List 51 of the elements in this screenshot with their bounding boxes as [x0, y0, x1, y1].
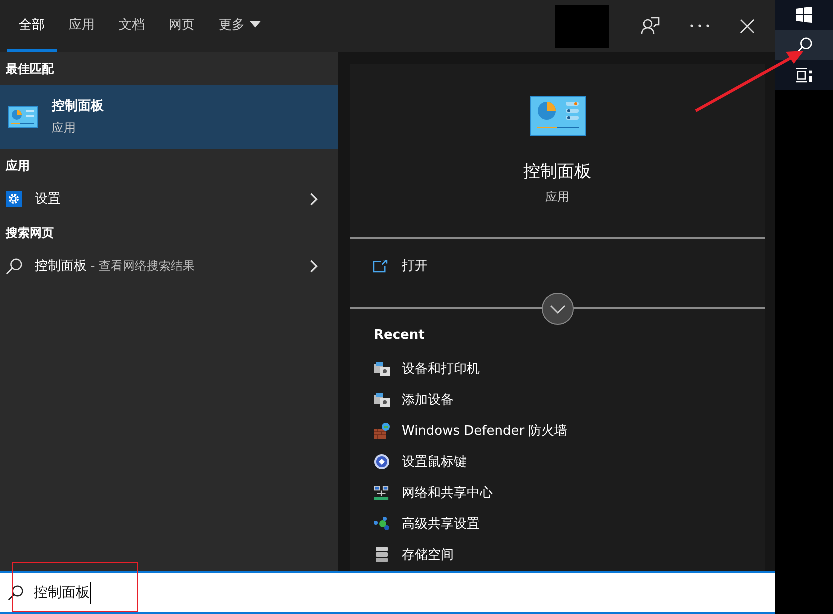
tab[interactable]: 网页 [157, 0, 207, 52]
sharing-icon [374, 517, 390, 532]
result-title: 控制面板 - 查看网络搜索结果 [35, 258, 196, 275]
search-icon [796, 36, 812, 54]
result-subtitle: 应用 [52, 120, 77, 137]
recent-item[interactable]: 存储空间 [350, 540, 765, 572]
detail-title: 控制面板 [524, 161, 592, 183]
recent-item[interactable]: 网络和共享中心 [350, 478, 765, 509]
recent-item[interactable]: Windows Defender 防火墙 [350, 416, 765, 447]
open-icon [373, 260, 388, 273]
devices-icon [374, 362, 390, 376]
recent-heading: Recent [373, 327, 426, 346]
search-field[interactable]: 控制面板 [0, 571, 775, 614]
tab[interactable]: 应用 [57, 0, 107, 52]
gear-icon [6, 191, 22, 207]
result-item[interactable]: 设置 [0, 182, 338, 216]
windows-logo-icon [796, 7, 812, 23]
devices-icon [374, 393, 390, 407]
chevron-down-icon [550, 304, 566, 314]
recent-item[interactable]: 添加设备 [350, 384, 765, 416]
result-item[interactable]: 控制面板 - 查看网络搜索结果 [0, 249, 338, 283]
recent-item[interactable]: 设备和打印机 [350, 353, 765, 384]
control-panel-icon [8, 106, 38, 128]
search-icon [6, 258, 23, 274]
tab[interactable]: 文档 [107, 0, 157, 52]
more-icon[interactable] [690, 24, 710, 28]
section-heading: 最佳匹配 [5, 61, 55, 78]
section-heading: 搜索网页 [4, 225, 55, 242]
section-heading: 应用 [5, 158, 31, 175]
chevron-right-icon [310, 192, 318, 206]
recent-item[interactable]: 设置鼠标键 [350, 446, 765, 478]
network-icon [374, 486, 390, 501]
close-icon[interactable] [740, 18, 755, 34]
search-icon [8, 584, 24, 600]
tab[interactable]: 更多 [207, 0, 273, 52]
result-item[interactable]: 控制面板 应用 [0, 85, 338, 149]
storage-icon [374, 547, 390, 564]
redaction-block [555, 4, 609, 48]
open-action[interactable]: 打开 [350, 238, 765, 294]
firewall-icon [374, 423, 390, 440]
chevron-right-icon [310, 260, 318, 272]
expand-button[interactable] [542, 293, 574, 326]
task-view-icon [796, 68, 812, 82]
result-title: 控制面板 [52, 98, 104, 115]
control-panel-icon [530, 96, 586, 136]
result-title: 设置 [35, 191, 62, 208]
search-button[interactable] [775, 30, 833, 60]
feedback-icon[interactable] [640, 16, 660, 36]
detail-subtitle: 应用 [546, 189, 570, 206]
mouse-icon [374, 454, 390, 470]
recent-item[interactable]: 高级共享设置 [350, 508, 765, 540]
